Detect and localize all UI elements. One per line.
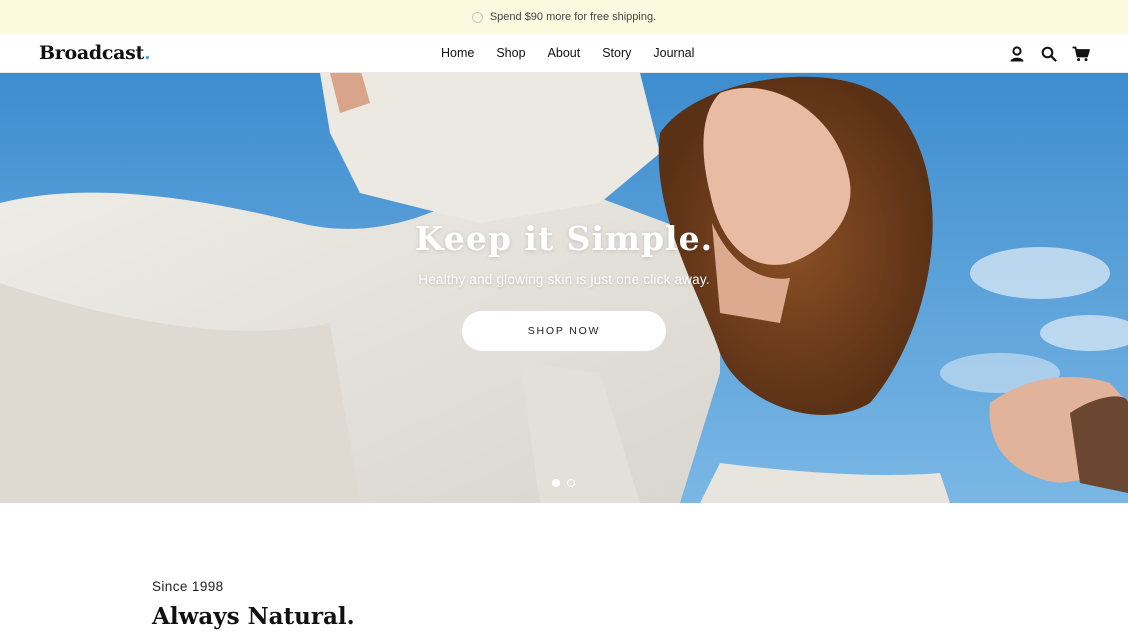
hero-title: Keep it Simple. xyxy=(414,219,714,258)
section-eyebrow: Since 1998 xyxy=(152,579,224,594)
slideshow-dots xyxy=(552,479,575,487)
site-header: Broadcast. Home Shop About Story Journal xyxy=(0,34,1128,73)
announcement-text: Spend $90 more for free shipping. xyxy=(489,11,657,23)
nav-journal[interactable]: Journal xyxy=(642,34,705,73)
nav-home[interactable]: Home xyxy=(430,34,485,73)
search-icon[interactable] xyxy=(1040,45,1058,63)
hero-image xyxy=(0,73,1128,503)
nav-about[interactable]: About xyxy=(537,34,592,73)
progress-ring-icon xyxy=(471,11,483,23)
section-heading: Always Natural. xyxy=(152,603,355,630)
header-tools xyxy=(1008,34,1090,73)
shop-now-button[interactable]: SHOP NOW xyxy=(462,311,666,351)
logo-dot: . xyxy=(144,42,151,64)
logo[interactable]: Broadcast. xyxy=(39,41,151,65)
hero-slideshow: Keep it Simple. Healthy and glowing skin… xyxy=(0,73,1128,503)
logo-text: Broadcast xyxy=(39,42,144,64)
slide-dot-2[interactable] xyxy=(567,479,575,487)
announcement-bar: Spend $90 more for free shipping. xyxy=(0,0,1128,34)
cart-icon[interactable] xyxy=(1072,45,1090,63)
hero-subtitle: Healthy and glowing skin is just one cli… xyxy=(418,272,710,287)
account-icon[interactable] xyxy=(1008,45,1026,63)
nav-shop[interactable]: Shop xyxy=(485,34,536,73)
nav-story[interactable]: Story xyxy=(591,34,642,73)
slide-dot-1[interactable] xyxy=(552,479,560,487)
main-nav: Home Shop About Story Journal xyxy=(430,34,705,73)
